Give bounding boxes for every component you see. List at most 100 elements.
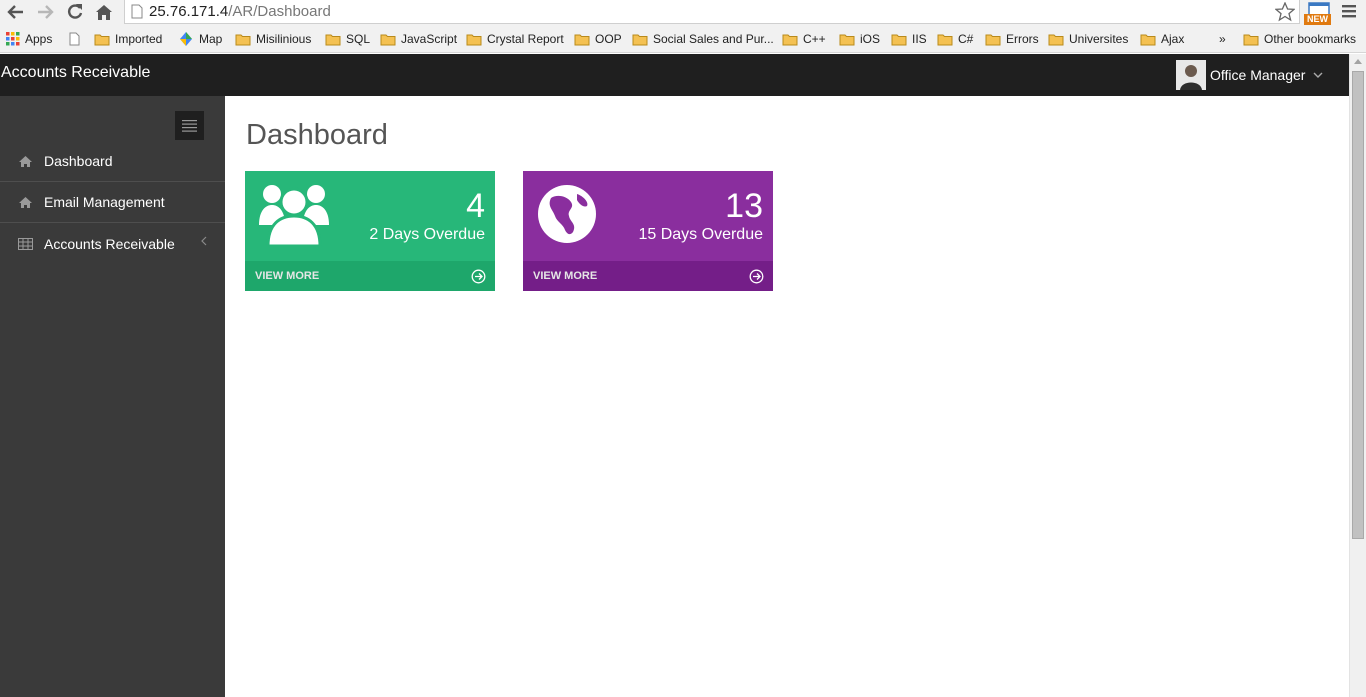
bookmark-label: Social Sales and Pur... <box>653 32 774 46</box>
view-more-link[interactable]: VIEW MORE <box>523 261 773 291</box>
arrow-circle-right-icon <box>749 269 764 284</box>
url-host: 25.76.171.4 <box>149 3 229 20</box>
page-title: Dashboard <box>246 119 388 151</box>
user-menu[interactable]: Office Manager <box>1176 60 1323 90</box>
bookmark-label: Misilinious <box>256 32 312 46</box>
scroll-up-arrow-icon[interactable] <box>1354 58 1362 64</box>
bookmark-label: IIS <box>912 32 927 46</box>
page-icon <box>131 4 143 19</box>
home-icon <box>0 196 44 209</box>
menu-lines-icon <box>182 120 197 132</box>
sidebar-item-accounts-receivable[interactable]: Accounts Receivable <box>0 223 225 264</box>
home-icon <box>96 4 112 20</box>
arrow-left-icon <box>7 5 23 19</box>
bookmark-label: Crystal Report <box>487 32 564 46</box>
folder-icon <box>380 34 396 45</box>
bookmark-folder[interactable]: Imported <box>94 30 162 48</box>
overdue-2-days-tile[interactable]: 4 2 Days Overdue VIEW MORE <box>245 171 495 291</box>
folder-icon <box>1140 34 1156 45</box>
chevron-left-icon <box>201 236 207 246</box>
sidebar-item-label: Dashboard <box>44 153 113 169</box>
arrow-right-icon <box>38 5 54 19</box>
bookmark-folder[interactable]: Universites <box>1048 30 1128 48</box>
reload-button[interactable] <box>63 1 87 23</box>
bookmark-folder[interactable]: Ajax <box>1140 30 1184 48</box>
bookmark-label: C# <box>958 32 974 46</box>
sidebar: Dashboard Email Management Accounts Rece… <box>0 96 225 697</box>
bookmark-folder[interactable]: OOP <box>574 30 622 48</box>
page-scrollbar[interactable] <box>1349 54 1366 697</box>
home-button[interactable] <box>92 1 116 23</box>
url-text: 25.76.171.4/AR/Dashboard <box>149 3 331 20</box>
sidebar-item-email-management[interactable]: Email Management <box>0 182 225 223</box>
bookmark-label: iOS <box>860 32 881 46</box>
view-more-link[interactable]: VIEW MORE <box>245 261 495 291</box>
bookmarks-overflow[interactable]: » <box>1219 30 1226 48</box>
browser-toolbar: 25.76.171.4/AR/Dashboard NEW <box>0 0 1366 26</box>
apps-grid-icon <box>6 32 20 46</box>
folder-icon <box>985 34 1001 45</box>
arrow-circle-right-icon <box>471 269 486 284</box>
bookmark-map[interactable]: Map <box>178 30 222 48</box>
bookmark-label: SQL <box>346 32 371 46</box>
view-more-label: VIEW MORE <box>533 270 598 282</box>
bookmark-label: Ajax <box>1161 32 1185 46</box>
bookmark-folder[interactable]: JavaScript <box>380 30 457 48</box>
scrollbar-thumb[interactable] <box>1352 71 1364 539</box>
bookmark-label: JavaScript <box>401 32 458 46</box>
bookmark-page[interactable] <box>69 30 85 48</box>
folder-icon <box>1243 34 1259 45</box>
bookmark-label: Other bookmarks <box>1264 32 1357 46</box>
sidebar-item-label: Accounts Receivable <box>44 235 175 252</box>
bookmark-folder[interactable]: SQL <box>325 30 370 48</box>
folder-icon <box>891 34 907 45</box>
url-path: /AR/Dashboard <box>228 3 331 20</box>
folder-icon <box>325 34 341 45</box>
tile-count: 13 <box>725 187 763 225</box>
globe-icon <box>538 185 596 243</box>
overdue-15-days-tile[interactable]: 13 15 Days Overdue VIEW MORE <box>523 171 773 291</box>
back-button[interactable] <box>4 1 28 23</box>
extension-button[interactable]: NEW <box>1304 2 1334 26</box>
sidebar-item-label: Email Management <box>44 194 165 210</box>
bookmark-folder[interactable]: IIS <box>891 30 927 48</box>
home-icon <box>0 155 44 168</box>
bookmark-label: Errors <box>1006 32 1039 46</box>
folder-icon <box>466 34 482 45</box>
bookmark-folder[interactable]: Errors <box>985 30 1039 48</box>
reload-icon <box>68 4 83 19</box>
folder-icon <box>94 34 110 45</box>
folder-icon <box>235 34 251 45</box>
view-more-label: VIEW MORE <box>255 270 320 282</box>
app-brand[interactable]: Accounts Receivable <box>1 64 150 82</box>
user-name: Office Manager <box>1210 67 1306 83</box>
bookmark-apps[interactable]: Apps <box>6 30 52 48</box>
hamburger-menu-icon <box>1342 5 1356 18</box>
new-badge: NEW <box>1304 14 1331 25</box>
sidebar-item-dashboard[interactable]: Dashboard <box>0 141 225 182</box>
bookmark-label: Map <box>199 32 223 46</box>
bookmarks-bar: Apps Imported Map Misilinious SQL JavaSc… <box>0 26 1366 53</box>
maps-icon <box>180 32 192 46</box>
chrome-menu-button[interactable] <box>1340 3 1360 21</box>
folder-icon <box>937 34 953 45</box>
sidebar-toggle-button[interactable] <box>175 111 204 140</box>
folder-icon <box>1048 34 1064 45</box>
address-bar[interactable]: 25.76.171.4/AR/Dashboard <box>124 0 1300 24</box>
avatar <box>1176 60 1206 90</box>
bookmark-folder[interactable]: C# <box>937 30 973 48</box>
bookmark-folder[interactable]: Misilinious <box>235 30 311 48</box>
bookmark-label: Imported <box>115 32 163 46</box>
bookmark-folder[interactable]: Social Sales and Pur... <box>632 30 774 48</box>
bookmark-label: C++ <box>803 32 826 46</box>
bookmark-label: Universites <box>1069 32 1129 46</box>
user-photo-icon <box>1176 60 1206 90</box>
users-icon <box>259 185 329 248</box>
bookmark-folder[interactable]: C++ <box>782 30 826 48</box>
bookmark-folder[interactable]: iOS <box>839 30 880 48</box>
other-bookmarks[interactable]: Other bookmarks <box>1243 30 1356 48</box>
bookmark-folder[interactable]: Crystal Report <box>466 30 564 48</box>
forward-button[interactable] <box>33 1 57 23</box>
star-bookmark-icon[interactable] <box>1275 2 1295 22</box>
page-icon <box>69 32 80 46</box>
